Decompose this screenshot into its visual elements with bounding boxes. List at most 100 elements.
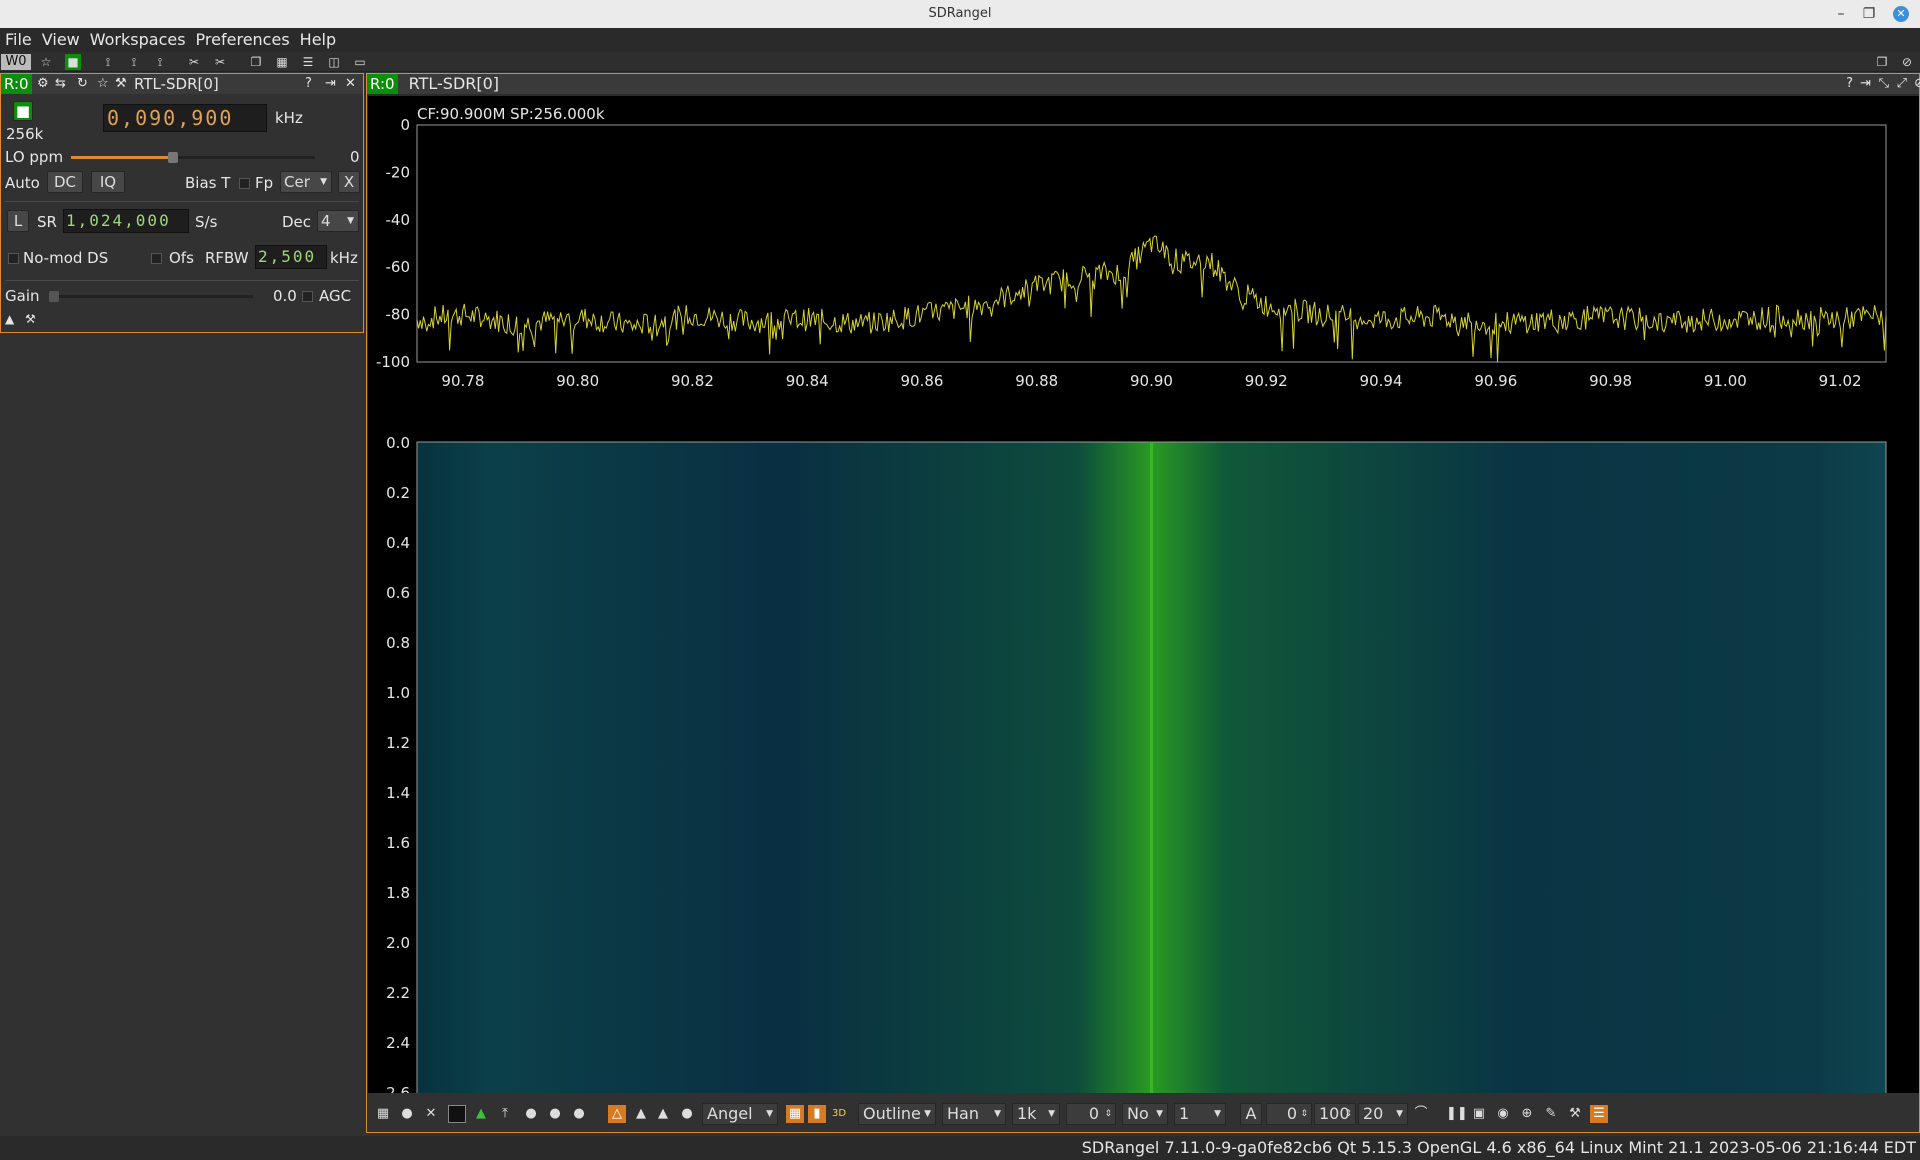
grid-intensity-icon[interactable]: ● — [398, 1105, 416, 1123]
maximize-window-icon[interactable]: ▭ — [352, 54, 368, 70]
ref-offset-spinbox[interactable]: 0 ⇕ — [1066, 1103, 1116, 1125]
collapse-icon[interactable]: ▲ — [5, 312, 14, 326]
auto-label: Auto — [5, 174, 40, 192]
fps-combo[interactable]: 20 ▼ — [1358, 1103, 1408, 1125]
menu-view[interactable]: View — [37, 28, 85, 52]
fp-combo[interactable]: Cer ▼ — [280, 171, 332, 193]
reference-icon[interactable]: ⤒ — [496, 1105, 514, 1123]
rfbw-dial[interactable]: 2,500 — [255, 245, 327, 269]
ofs-checkbox[interactable] — [151, 253, 162, 264]
auto-stack-icon[interactable]: ◫ — [326, 54, 342, 70]
spectrum-display[interactable]: CF:90.900M SP:256.000k 0 -20 -40 -60 -80 -100… — [368, 96, 1919, 1102]
chevron-down-icon: ▼ — [994, 1109, 1001, 1119]
averaging-combo[interactable]: No ▼ — [1122, 1103, 1168, 1125]
live-icon[interactable]: ▲ — [632, 1105, 650, 1123]
add-rx-icon[interactable]: ⟟ — [100, 54, 116, 70]
add-tx-icon[interactable]: ⟟ — [126, 54, 142, 70]
wrench-icon[interactable]: ⚒ — [25, 312, 36, 326]
maximize-icon[interactable]: ⤢ — [1897, 74, 1907, 94]
toolbar: W0 ☆ ■ ⟟ ⟟ ⟟ ✂ ✂ ❐ ▦ ☰ ◫ ▭ ❐ ⊘ — [0, 52, 1920, 72]
decimation-combo[interactable]: 4 ▼ — [317, 210, 359, 232]
fill-mode-combo[interactable]: Outline ▼ — [858, 1103, 936, 1125]
tile-icon[interactable]: ▦ — [274, 54, 290, 70]
ruler-icon[interactable]: ✎ — [1542, 1105, 1560, 1123]
features-icon[interactable]: ✂ — [186, 54, 202, 70]
traces-icon[interactable]: ● — [522, 1105, 540, 1123]
device-index: R:0 — [1, 74, 32, 94]
cascade-icon[interactable]: ❐ — [248, 54, 264, 70]
settings-icon[interactable]: ⚙ — [37, 74, 49, 94]
markers-icon[interactable]: ⚒ — [1566, 1105, 1584, 1123]
wrench-icon[interactable]: ⚒ — [115, 74, 127, 94]
broadcast-icon[interactable]: ◉ — [1494, 1105, 1512, 1123]
spectrum-chart[interactable]: CF:90.900M SP:256.000k 0 -20 -40 -60 -80 -100… — [368, 96, 1919, 1102]
pause-icon[interactable]: ❚❚ — [1446, 1105, 1468, 1123]
swap-icon[interactable]: ⇆ — [55, 74, 66, 94]
help-icon[interactable]: ? — [305, 74, 312, 94]
curve-icon[interactable]: ⌒ — [1412, 1105, 1430, 1123]
peak-icon[interactable]: △ — [608, 1105, 626, 1123]
3d-icon[interactable]: 3D — [830, 1105, 848, 1123]
level-max-spinbox[interactable]: 100 ⇕ — [1314, 1103, 1356, 1125]
menu-file[interactable]: File — [0, 28, 37, 52]
close-icon[interactable]: ✕ — [345, 74, 356, 94]
hide-icon[interactable]: ⊘ — [1914, 74, 1920, 94]
menu-preferences[interactable]: Preferences — [191, 28, 295, 52]
x-button[interactable]: X — [338, 171, 360, 193]
palette-combo[interactable]: Angel ▼ — [702, 1103, 778, 1125]
star-icon[interactable]: ☆ — [38, 54, 54, 70]
save-icon[interactable]: ▣ — [1470, 1105, 1488, 1123]
gain-slider-handle[interactable] — [49, 291, 59, 302]
restore-icon[interactable]: ❐ — [1856, 0, 1882, 28]
features-add-icon[interactable]: ✂ — [212, 54, 228, 70]
brightness-icon[interactable]: ● — [678, 1105, 696, 1123]
waterfall-tick-label: 0.0 — [386, 434, 410, 452]
move-icon[interactable]: ⇥ — [1860, 74, 1871, 94]
fft-size-combo[interactable]: 1k ▼ — [1012, 1103, 1060, 1125]
workspace-label[interactable]: W0 — [1, 54, 31, 70]
lo-ppm-slider-handle[interactable] — [168, 152, 179, 163]
x-tick-label: 90.88 — [1015, 372, 1058, 390]
no-mod-ds-checkbox[interactable] — [8, 253, 19, 264]
undock-icon[interactable]: ❐ — [1874, 54, 1890, 70]
help-icon[interactable]: ? — [1846, 74, 1853, 94]
fill-icon[interactable]: ▮ — [808, 1105, 826, 1123]
start-stop-button[interactable]: ■ — [13, 101, 33, 121]
move-icon[interactable]: ⇥ — [325, 74, 336, 94]
waterfall-icon[interactable]: ▲ — [472, 1105, 490, 1123]
menu-help[interactable]: Help — [295, 28, 341, 52]
dc-button[interactable]: DC — [47, 171, 83, 193]
gain-slider-track[interactable] — [49, 291, 253, 302]
iq-button[interactable]: IQ — [91, 171, 125, 193]
shrink-icon[interactable]: ⤡ — [1879, 74, 1889, 94]
close-icon[interactable]: ✕ — [1893, 6, 1909, 22]
lo-ppm-slider-track[interactable] — [71, 152, 315, 163]
grid-icon[interactable]: ▦ — [374, 1105, 392, 1123]
bias-t-checkbox[interactable] — [239, 178, 250, 189]
grid-toggle-icon[interactable]: ▦ — [786, 1105, 804, 1123]
sample-rate-dial[interactable]: 1,024,000 — [63, 209, 189, 233]
settings-menu-icon[interactable]: ☰ — [1590, 1105, 1608, 1123]
start-icon[interactable]: ■ — [65, 54, 81, 70]
history-icon[interactable]: ● — [546, 1105, 564, 1123]
color-icon[interactable] — [448, 1105, 466, 1123]
minimize-icon[interactable]: – — [1828, 0, 1854, 28]
center-frequency-dial[interactable]: 0,090,900 — [103, 104, 267, 132]
a-button[interactable]: A — [1240, 1103, 1262, 1125]
level-min-spinbox[interactable]: 0 ⇕ — [1266, 1103, 1312, 1125]
clear-icon[interactable]: ✕ — [422, 1105, 440, 1123]
peak-hold-icon[interactable]: ▲ — [654, 1105, 672, 1123]
avg-n-combo[interactable]: 1 ▼ — [1174, 1103, 1226, 1125]
crosshair-icon[interactable]: ⊕ — [1518, 1105, 1536, 1123]
stack-icon[interactable]: ☰ — [300, 54, 316, 70]
agc-checkbox[interactable] — [302, 291, 313, 302]
star-icon[interactable]: ☆ — [97, 74, 109, 94]
hide-icon[interactable]: ⊘ — [1899, 54, 1915, 70]
l-button[interactable]: L — [7, 210, 29, 232]
add-mimo-icon[interactable]: ⟟ — [152, 54, 168, 70]
waterfall-tick-label: 1.6 — [386, 834, 410, 852]
max-hold-icon[interactable]: ● — [570, 1105, 588, 1123]
menu-workspaces[interactable]: Workspaces — [85, 28, 191, 52]
window-combo[interactable]: Han ▼ — [942, 1103, 1006, 1125]
reload-icon[interactable]: ↻ — [77, 74, 88, 94]
